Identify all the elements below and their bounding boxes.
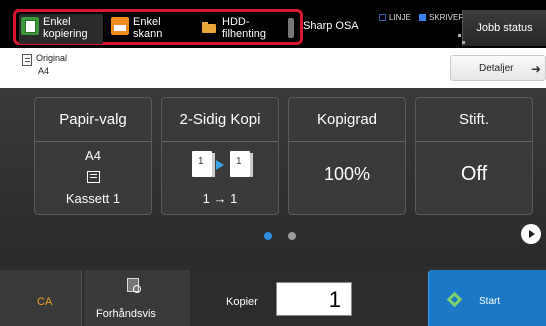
details-label: Detaljer [479,63,514,74]
staple-value: Off [460,163,488,185]
paper-tray-value: Kassett 1 [65,191,121,206]
status-line-label: LINJE [389,13,411,22]
staple-card[interactable]: Stift. Off [415,97,533,215]
mode-tab-label: HDD- filhenting [222,16,266,40]
status-printer-label: SKRIVER [429,13,465,22]
clear-all-label: CA [37,296,53,308]
mode-tab-line1: Enkel [133,16,161,28]
next-page-icon[interactable] [521,224,541,244]
copies-value: 1 [328,287,341,312]
sharp-osa-tab[interactable]: Sharp OSA [303,20,359,32]
bottom-bar: CA Forhåndsvis Kopier 1 Start [0,266,546,326]
paper-select-title: Papir-valg [35,98,151,142]
mode-tab-hdd-retrieve[interactable]: HDD- filhenting [198,14,288,44]
clear-all-button[interactable]: CA [0,270,82,326]
page-indicator[interactable] [288,232,296,240]
original-value: A4 [38,66,50,76]
mode-tab-line2: skann [133,28,163,40]
mode-tab-line2: filhenting [222,28,267,40]
hdd-icon [200,17,218,35]
start-label: Start [479,296,501,307]
status-printer: SKRIVER [419,13,464,22]
corner-dot [458,34,461,37]
duplex-mode-value: 1 → 1 [202,191,238,206]
corner-dot [462,41,465,44]
start-icon [446,291,463,308]
job-status-button[interactable]: Jobb status [462,10,546,46]
tab-scroll-handle[interactable] [288,18,294,38]
scan-icon [111,17,129,35]
job-status-label: Jobb status [476,22,533,34]
info-row: Original A4 Detaljer ➜ [0,48,546,88]
mode-tab-easy-copy[interactable]: Enkel kopiering [19,14,103,44]
paper-size-value: A4 [85,148,101,163]
duplex-pages-icon: 1 1 [188,151,254,179]
staple-title: Stift. [416,98,532,142]
copies-label: Kopier [226,296,258,308]
top-bar: Enkel kopiering Enkel skann HDD- filhent… [0,0,546,48]
page-indicator-active[interactable] [264,232,272,240]
line-status-icon [379,14,386,21]
copy-icon [21,17,39,35]
mode-tab-line1: HDD- [222,16,250,28]
zoom-value: 100% [323,164,371,184]
preview-label: Forhåndsvis [96,308,156,320]
zoom-title: Kopigrad [289,98,405,142]
zoom-card[interactable]: Kopigrad 100% [288,97,406,215]
duplex-arrow-icon [216,160,224,170]
original-label: Original [36,53,68,63]
preview-icon [127,278,141,293]
function-panel: Papir-valg A4 Kassett 1 2-Sidig Kopi 1 1… [0,88,546,266]
duplex-output-page: 1 [230,151,253,177]
duplex-source-number: 1 [198,156,204,167]
duplex-copy-card[interactable]: 2-Sidig Kopi 1 1 1 → 1 [161,97,279,215]
mode-tab-label: Enkel kopiering [43,16,88,40]
duplex-source-page: 1 [192,151,215,177]
start-button[interactable]: Start [428,270,546,326]
printer-status-icon [419,14,426,21]
tray-icon [87,171,100,183]
duplex-copy-title: 2-Sidig Kopi [162,98,278,142]
arrow-right-icon: ➜ [531,62,542,76]
mode-tab-line1: Enkel [43,16,71,28]
mode-tab-label: Enkel skann [133,16,162,40]
duplex-output-number: 1 [236,156,242,167]
mode-tab-line2: kopiering [43,28,88,40]
paper-select-card[interactable]: Papir-valg A4 Kassett 1 [34,97,152,215]
status-line: LINJE [379,13,411,22]
mode-tab-easy-scan[interactable]: Enkel skann [109,14,193,44]
copies-input[interactable]: 1 [276,282,352,316]
preview-button[interactable]: Forhåndsvis [84,270,190,326]
details-button[interactable]: Detaljer ➜ [450,55,546,81]
original-doc-icon [22,54,32,66]
